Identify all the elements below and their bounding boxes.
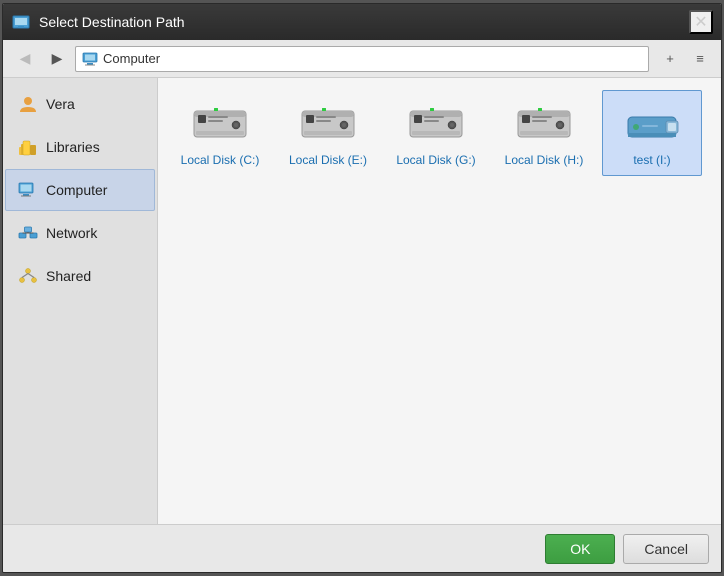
footer: OK Cancel bbox=[3, 524, 721, 572]
new-folder-button[interactable]: + bbox=[657, 46, 683, 72]
main-content: Local Disk (C:) bbox=[158, 78, 721, 524]
drive-item-h[interactable]: Local Disk (H:) bbox=[494, 90, 594, 176]
close-button[interactable]: ✕ bbox=[689, 10, 713, 34]
usb-icon-i bbox=[620, 99, 684, 147]
drive-label-e: Local Disk (E:) bbox=[289, 153, 367, 167]
address-text: Computer bbox=[103, 51, 160, 66]
forward-button[interactable]: ▶ bbox=[43, 46, 71, 72]
cancel-button[interactable]: Cancel bbox=[623, 534, 709, 564]
libraries-icon bbox=[18, 137, 38, 157]
sidebar-item-shared[interactable]: Shared bbox=[5, 255, 155, 297]
sidebar-label-libraries: Libraries bbox=[46, 139, 100, 155]
shared-icon bbox=[18, 266, 38, 286]
computer-icon bbox=[82, 51, 98, 67]
toolbar: ◀ ▶ Computer + ≡ bbox=[3, 40, 721, 78]
drive-label-g: Local Disk (G:) bbox=[396, 153, 475, 167]
drive-label-i: test (I:) bbox=[633, 153, 670, 167]
drive-item-g[interactable]: Local Disk (G:) bbox=[386, 90, 486, 176]
hdd-icon-e bbox=[296, 99, 360, 147]
dialog-title: Select Destination Path bbox=[39, 14, 689, 30]
address-bar: Computer bbox=[75, 46, 649, 72]
toolbar-actions: + ≡ bbox=[657, 46, 713, 72]
sidebar-item-computer[interactable]: Computer bbox=[5, 169, 155, 211]
sidebar-label-computer: Computer bbox=[46, 182, 107, 198]
dialog-window: Select Destination Path ✕ ◀ ▶ Computer +… bbox=[2, 3, 722, 573]
sidebar-label-vera: Vera bbox=[46, 96, 75, 112]
app-icon bbox=[11, 12, 31, 32]
hdd-icon-g bbox=[404, 99, 468, 147]
user-icon bbox=[18, 94, 38, 114]
hdd-icon-c bbox=[188, 99, 252, 147]
ok-button[interactable]: OK bbox=[545, 534, 615, 564]
view-toggle-button[interactable]: ≡ bbox=[687, 46, 713, 72]
computer-nav-icon bbox=[18, 180, 38, 200]
sidebar-label-network: Network bbox=[46, 225, 97, 241]
sidebar-item-libraries[interactable]: Libraries bbox=[5, 126, 155, 168]
network-icon bbox=[18, 223, 38, 243]
sidebar: Vera Libraries bbox=[3, 78, 158, 524]
back-button[interactable]: ◀ bbox=[11, 46, 39, 72]
drive-item-e[interactable]: Local Disk (E:) bbox=[278, 90, 378, 176]
drive-label-c: Local Disk (C:) bbox=[181, 153, 260, 167]
drive-item-c[interactable]: Local Disk (C:) bbox=[170, 90, 270, 176]
hdd-icon-h bbox=[512, 99, 576, 147]
sidebar-item-vera[interactable]: Vera bbox=[5, 83, 155, 125]
sidebar-label-shared: Shared bbox=[46, 268, 91, 284]
title-bar: Select Destination Path ✕ bbox=[3, 4, 721, 40]
drive-label-h: Local Disk (H:) bbox=[505, 153, 584, 167]
drive-item-i[interactable]: test (I:) bbox=[602, 90, 702, 176]
content-area: Vera Libraries bbox=[3, 78, 721, 524]
sidebar-item-network[interactable]: Network bbox=[5, 212, 155, 254]
